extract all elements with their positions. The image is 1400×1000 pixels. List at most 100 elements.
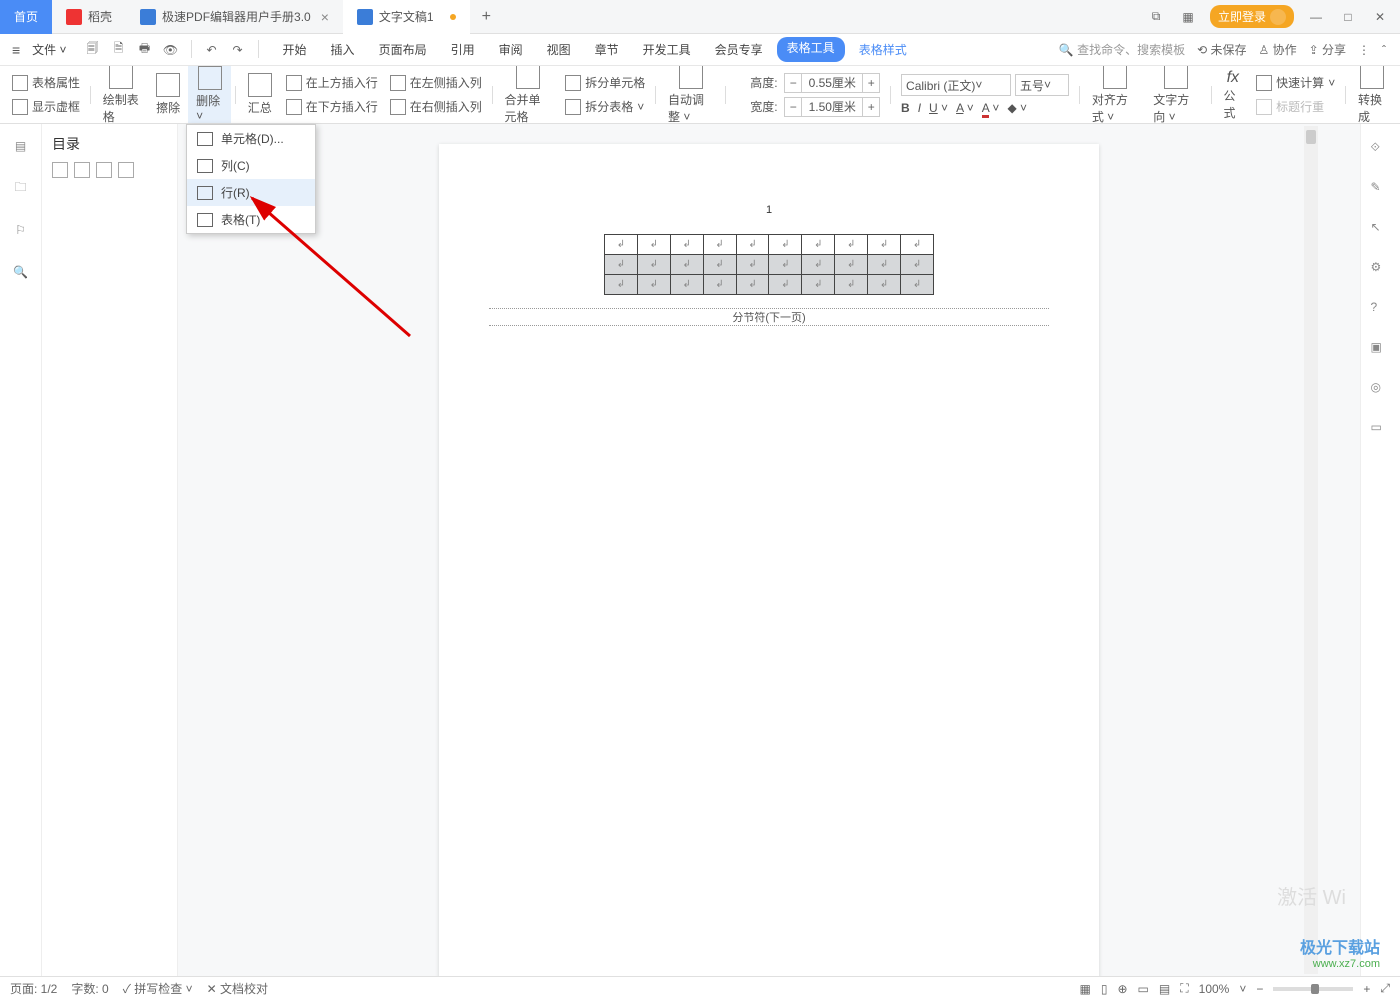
- menu-chapter[interactable]: 章节: [585, 37, 629, 62]
- document-canvas[interactable]: 1 ↲↲↲↲↲↲↲↲↲↲ ↲↲↲↲↲↲↲↲↲↲ ↲↲↲↲↲↲↲↲↲↲ 分节符(下…: [178, 124, 1360, 976]
- gridlines-button[interactable]: 显示虚框: [12, 96, 80, 118]
- zoom-out-button[interactable]: −: [1256, 982, 1263, 996]
- collapse-ribbon-icon[interactable]: ˆ: [1382, 43, 1386, 57]
- bold-button[interactable]: B: [901, 101, 910, 115]
- width-input[interactable]: [802, 97, 862, 117]
- qat-undo-icon[interactable]: ↶: [202, 40, 222, 60]
- search-input[interactable]: 🔍 查找命令、搜索模板: [1059, 41, 1185, 58]
- minimize-button[interactable]: —: [1306, 7, 1326, 27]
- qat-preview-icon[interactable]: 👁: [161, 40, 181, 60]
- draw-table-button[interactable]: 绘制表格: [95, 66, 148, 124]
- col-width-control[interactable]: 宽度:−+: [736, 96, 880, 118]
- autofit-button[interactable]: 自动调整 ˅: [660, 66, 721, 124]
- summary-button[interactable]: 汇总: [240, 71, 280, 118]
- underline-button[interactable]: U ˅: [929, 101, 948, 115]
- rail-location-icon[interactable]: ◎: [1371, 380, 1391, 400]
- insert-col-left-button[interactable]: 在左侧插入列: [390, 72, 482, 94]
- menu-table-style[interactable]: 表格样式: [849, 37, 917, 62]
- tab-home[interactable]: 首页: [0, 0, 52, 34]
- row-height-control[interactable]: 高度:−+: [736, 72, 880, 94]
- share-button[interactable]: ⇪ 分享: [1309, 41, 1346, 58]
- dropdown-column[interactable]: 列(C): [187, 152, 315, 179]
- width-plus[interactable]: +: [862, 97, 880, 117]
- height-minus[interactable]: −: [784, 73, 802, 93]
- split-table-button[interactable]: 拆分表格 ˅: [565, 96, 645, 118]
- view-outline-icon[interactable]: ▤: [1159, 982, 1170, 996]
- apps-icon[interactable]: ▦: [1178, 7, 1198, 27]
- font-select[interactable]: Calibri (正文) ˅: [901, 74, 1011, 96]
- formula-button[interactable]: fx公式: [1215, 67, 1250, 123]
- menu-layout[interactable]: 页面布局: [369, 37, 437, 62]
- menu-reference[interactable]: 引用: [441, 37, 485, 62]
- delete-button[interactable]: 删除 ˅: [188, 66, 231, 124]
- qat-redo-icon[interactable]: ↷: [228, 40, 248, 60]
- text-direction-button[interactable]: 文字方向 ˅: [1145, 66, 1206, 124]
- maximize-button[interactable]: □: [1338, 7, 1358, 27]
- split-cell-button[interactable]: 拆分单元格: [565, 72, 645, 94]
- qat-print-icon[interactable]: 🖶: [135, 40, 155, 60]
- rail-search-icon[interactable]: 🔍: [9, 260, 33, 284]
- menu-table-tool[interactable]: 表格工具: [777, 37, 845, 62]
- view-web-icon[interactable]: ⊕: [1117, 982, 1127, 996]
- tab-shell[interactable]: 稻壳: [52, 0, 126, 34]
- shading-button[interactable]: ◆ ˅: [1007, 101, 1027, 115]
- menu-vip[interactable]: 会员专享: [705, 37, 773, 62]
- status-page[interactable]: 页面: 1/2: [10, 980, 57, 997]
- table-props-button[interactable]: 表格属性: [12, 72, 80, 94]
- insert-col-right-button[interactable]: 在右侧插入列: [390, 96, 482, 118]
- rail-folder-icon[interactable]: 🗀: [9, 176, 33, 200]
- rail-outline-icon[interactable]: ▤: [9, 134, 33, 158]
- document-table[interactable]: ↲↲↲↲↲↲↲↲↲↲ ↲↲↲↲↲↲↲↲↲↲ ↲↲↲↲↲↲↲↲↲↲: [604, 234, 934, 295]
- toc-collapse-icon[interactable]: [74, 162, 90, 178]
- window-list-icon[interactable]: ⧉: [1146, 7, 1166, 27]
- close-icon[interactable]: ×: [321, 9, 329, 25]
- dropdown-cell[interactable]: 单元格(D)...: [187, 125, 315, 152]
- qat-save-icon[interactable]: 🗐: [83, 40, 103, 60]
- height-plus[interactable]: +: [862, 73, 880, 93]
- menu-review[interactable]: 审阅: [489, 37, 533, 62]
- rail-book-icon[interactable]: ▭: [1371, 420, 1391, 440]
- rail-image-icon[interactable]: ▣: [1371, 340, 1391, 360]
- quickcalc-button[interactable]: 快速计算 ˅: [1256, 72, 1335, 94]
- toc-remove-icon[interactable]: [118, 162, 134, 178]
- status-words[interactable]: 字数: 0: [71, 980, 108, 997]
- add-tab-button[interactable]: +: [470, 8, 503, 26]
- file-menu[interactable]: 文件 ˅: [26, 41, 72, 58]
- menu-start[interactable]: 开始: [273, 37, 317, 62]
- rail-bookmark-icon[interactable]: ⚐: [9, 218, 33, 242]
- insert-row-above-button[interactable]: 在上方插入行: [286, 72, 378, 94]
- tab-doc2[interactable]: 文字文稿1: [343, 0, 470, 34]
- login-button[interactable]: 立即登录: [1210, 5, 1294, 28]
- zoom-value[interactable]: 100%: [1199, 982, 1230, 996]
- zoom-in-button[interactable]: +: [1363, 982, 1370, 996]
- fit-icon[interactable]: ⛶: [1180, 981, 1188, 996]
- menu-insert[interactable]: 插入: [321, 37, 365, 62]
- close-window-button[interactable]: ✕: [1370, 7, 1390, 27]
- italic-button[interactable]: I: [918, 101, 921, 115]
- width-minus[interactable]: −: [784, 97, 802, 117]
- erase-button[interactable]: 擦除: [148, 71, 188, 118]
- toc-expand-icon[interactable]: [52, 162, 68, 178]
- align-button[interactable]: 对齐方式 ˅: [1084, 66, 1145, 124]
- hamburger-icon[interactable]: ≡: [6, 42, 26, 58]
- vertical-scrollbar[interactable]: [1304, 126, 1318, 974]
- tab-doc1[interactable]: 极速PDF编辑器用户手册3.0×: [126, 0, 343, 34]
- fontcolor-button[interactable]: A ˅: [982, 101, 1000, 115]
- status-proof[interactable]: ✕ 文档校对: [207, 980, 268, 997]
- fullscreen-icon[interactable]: ⤢: [1380, 981, 1390, 996]
- rail-pen-icon[interactable]: ✎: [1371, 180, 1391, 200]
- menu-devtools[interactable]: 开发工具: [633, 37, 701, 62]
- menu-view[interactable]: 视图: [537, 37, 581, 62]
- height-input[interactable]: [802, 73, 862, 93]
- unsaved-indicator[interactable]: ⟲ 未保存: [1197, 41, 1246, 58]
- status-spellcheck[interactable]: ✓ 拼写检查 ˅: [123, 980, 193, 997]
- zoom-slider[interactable]: [1273, 987, 1353, 991]
- scrollbar-thumb[interactable]: [1306, 130, 1316, 144]
- rail-help-icon[interactable]: ?: [1371, 300, 1391, 320]
- toc-add-icon[interactable]: [96, 162, 112, 178]
- rail-assist-icon[interactable]: ⟐: [1371, 140, 1391, 160]
- highlight-button[interactable]: A ˅: [956, 101, 974, 115]
- more-icon[interactable]: ⋮: [1358, 43, 1370, 57]
- rail-settings-icon[interactable]: ⚙: [1371, 260, 1391, 280]
- rail-select-icon[interactable]: ↖: [1371, 220, 1391, 240]
